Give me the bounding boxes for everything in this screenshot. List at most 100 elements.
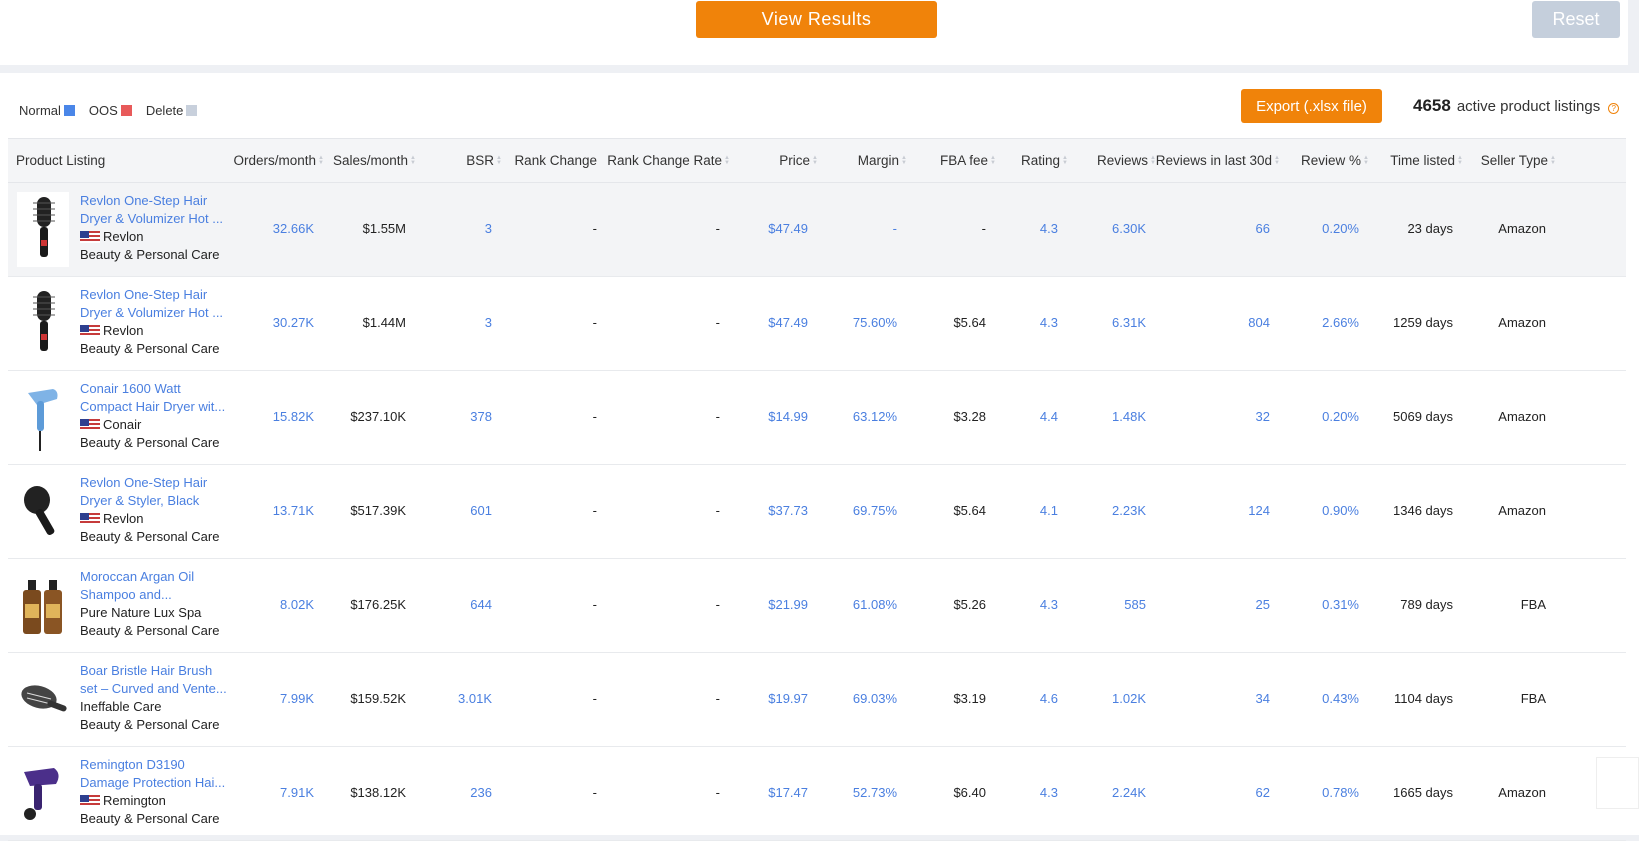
view-results-button[interactable]: View Results — [696, 1, 937, 38]
cell-time-listed: 23 days — [1407, 221, 1453, 236]
cell-price: $21.99 — [768, 597, 808, 612]
cell-bsr[interactable]: 236 — [470, 785, 492, 800]
cell-review-pct: 2.66% — [1322, 315, 1359, 330]
product-brand: Ineffable Care — [80, 698, 230, 716]
cell-reviews[interactable]: 2.23K — [1112, 503, 1146, 518]
column-header-product-listing[interactable]: Product Listing — [16, 153, 105, 168]
table-row[interactable]: Revlon One-Step Hair Dryer & Styler, Bla… — [8, 465, 1626, 559]
sort-icon[interactable]: ▲ ▼ — [1550, 155, 1556, 166]
help-icon[interactable]: ? — [1608, 103, 1620, 114]
legend-item-oos[interactable]: OOS — [89, 103, 132, 118]
column-header-time-listed[interactable]: Time listed ▲ ▼ — [1390, 153, 1463, 168]
cell-bsr[interactable]: 3 — [485, 221, 492, 236]
results-panel: Normal OOS Delete Export (.xlsx file) 4658… — [0, 73, 1639, 841]
cell-reviews-30d: 34 — [1255, 691, 1270, 706]
sort-icon[interactable]: ▲ ▼ — [901, 155, 907, 166]
cell-reviews[interactable]: 6.30K — [1112, 221, 1146, 236]
shampoo-bottles-icon[interactable] — [17, 568, 69, 643]
table-row[interactable]: Conair 1600 Watt Compact Hair Dryer wit.… — [8, 371, 1626, 465]
cell-reviews[interactable]: 2.24K — [1112, 785, 1146, 800]
round-brush-dryer-icon[interactable] — [17, 286, 69, 361]
sort-icon[interactable]: ▲ ▼ — [496, 155, 502, 166]
column-header-rank-change-rate[interactable]: Rank Change Rate ▲ ▼ — [607, 153, 730, 168]
cell-price: $47.49 — [768, 221, 808, 236]
column-header-bsr[interactable]: BSR ▲ ▼ — [466, 153, 502, 168]
oval-brush-dryer-icon[interactable] — [17, 474, 69, 549]
legend-item-normal[interactable]: Normal — [19, 103, 75, 118]
cell-review-pct: 0.20% — [1322, 221, 1359, 236]
cell-seller-type: Amazon — [1498, 315, 1546, 330]
cell-sales: $138.12K — [350, 785, 406, 800]
column-header-orders-month[interactable]: Orders/month ▲ ▼ — [234, 153, 324, 168]
hair-brush-icon[interactable] — [17, 662, 69, 737]
back-to-top-button[interactable] — [1596, 757, 1639, 809]
column-header-label: Sales/month — [333, 153, 409, 168]
cell-rank-change-rate: - — [715, 221, 720, 236]
table-row[interactable]: Boar Bristle Hair Brush set – Curved and… — [8, 653, 1626, 747]
brand-name: Revlon — [103, 511, 144, 526]
column-header-label: Product Listing — [16, 153, 106, 168]
column-header-reviews[interactable]: Reviews ▲ ▼ — [1097, 153, 1156, 168]
cell-bsr[interactable]: 3 — [485, 315, 492, 330]
product-title-link[interactable]: Revlon One-Step Hair Dryer & Volumizer H… — [80, 286, 230, 322]
cell-price: $19.97 — [768, 691, 808, 706]
product-title-link[interactable]: Conair 1600 Watt Compact Hair Dryer wit.… — [80, 380, 230, 416]
column-header-margin[interactable]: Margin ▲ ▼ — [858, 153, 907, 168]
cell-bsr[interactable]: 3.01K — [458, 691, 492, 706]
column-header-label: Review % — [1301, 153, 1362, 168]
column-header-rank-change[interactable]: Rank Change — [514, 153, 597, 168]
product-title-link[interactable]: Boar Bristle Hair Brush set – Curved and… — [80, 662, 230, 698]
cell-reviews[interactable]: 1.48K — [1112, 409, 1146, 424]
cell-time-listed: 1346 days — [1393, 503, 1453, 518]
cell-bsr[interactable]: 601 — [470, 503, 492, 518]
table-row[interactable]: Remington D3190 Damage Protection Hai...… — [8, 747, 1626, 841]
table-row[interactable]: Moroccan Argan Oil Shampoo and... Pure Na… — [8, 559, 1626, 653]
sort-icon[interactable]: ▲ ▼ — [1457, 155, 1463, 166]
sort-icon[interactable]: ▲ ▼ — [724, 155, 730, 166]
cell-price: $14.99 — [768, 409, 808, 424]
product-title-link[interactable]: Remington D3190 Damage Protection Hai... — [80, 756, 230, 792]
us-flag-icon — [80, 325, 100, 337]
table-row[interactable]: Revlon One-Step Hair Dryer & Volumizer H… — [8, 277, 1626, 371]
sort-icon[interactable]: ▲ ▼ — [1062, 155, 1068, 166]
column-header-sales-month[interactable]: Sales/month ▲ ▼ — [333, 153, 416, 168]
column-header-seller-type[interactable]: Seller Type ▲ ▼ — [1481, 153, 1556, 168]
sort-icon[interactable]: ▲ ▼ — [1363, 155, 1369, 166]
column-header-review[interactable]: Review % ▲ ▼ — [1301, 153, 1369, 168]
purple-dryer-icon[interactable] — [17, 756, 69, 831]
us-flag-icon — [80, 513, 100, 525]
cell-reviews[interactable]: 585 — [1124, 597, 1146, 612]
product-info: Remington D3190 Damage Protection Hai...… — [80, 756, 230, 828]
cell-bsr[interactable]: 378 — [470, 409, 492, 424]
column-header-reviews-in-last-30d[interactable]: Reviews in last 30d ▲ ▼ — [1156, 153, 1280, 168]
column-header-label: Reviews — [1097, 153, 1149, 168]
cell-reviews[interactable]: 1.02K — [1112, 691, 1146, 706]
product-title-link[interactable]: Moroccan Argan Oil Shampoo and... — [80, 568, 230, 604]
product-title-link[interactable]: Revlon One-Step Hair Dryer & Volumizer H… — [80, 192, 230, 228]
product-table: Product Listing Orders/month ▲ ▼ Sales/month… — [8, 138, 1626, 841]
column-header-price[interactable]: Price ▲ ▼ — [779, 153, 818, 168]
table-row[interactable]: Revlon One-Step Hair Dryer & Volumizer H… — [8, 183, 1626, 277]
sort-icon[interactable]: ▲ ▼ — [1274, 155, 1280, 166]
sort-icon[interactable]: ▲ ▼ — [812, 155, 818, 166]
export-button[interactable]: Export (.xlsx file) — [1241, 89, 1382, 123]
cell-rank-change: - — [592, 221, 597, 236]
cell-margin: 63.12% — [852, 409, 897, 424]
product-brand: Revlon — [80, 322, 230, 340]
product-title-link[interactable]: Revlon One-Step Hair Dryer & Styler, Bla… — [80, 474, 230, 510]
hair-dryer-icon[interactable] — [17, 380, 69, 455]
sort-icon[interactable]: ▲ ▼ — [410, 155, 416, 166]
cell-sales: $176.25K — [350, 597, 406, 612]
round-brush-dryer-icon[interactable] — [17, 192, 69, 267]
sort-icon[interactable]: ▲ ▼ — [990, 155, 996, 166]
cell-price: $47.49 — [768, 315, 808, 330]
legend-label: Normal — [19, 103, 61, 118]
cell-sales: $159.52K — [350, 691, 406, 706]
cell-reviews[interactable]: 6.31K — [1112, 315, 1146, 330]
reset-button[interactable]: Reset — [1532, 1, 1620, 38]
legend-item-delete[interactable]: Delete — [146, 103, 198, 118]
sort-icon[interactable]: ▲ ▼ — [318, 155, 324, 166]
cell-bsr[interactable]: 644 — [470, 597, 492, 612]
column-header-fba-fee[interactable]: FBA fee ▲ ▼ — [940, 153, 996, 168]
column-header-rating[interactable]: Rating ▲ ▼ — [1021, 153, 1068, 168]
